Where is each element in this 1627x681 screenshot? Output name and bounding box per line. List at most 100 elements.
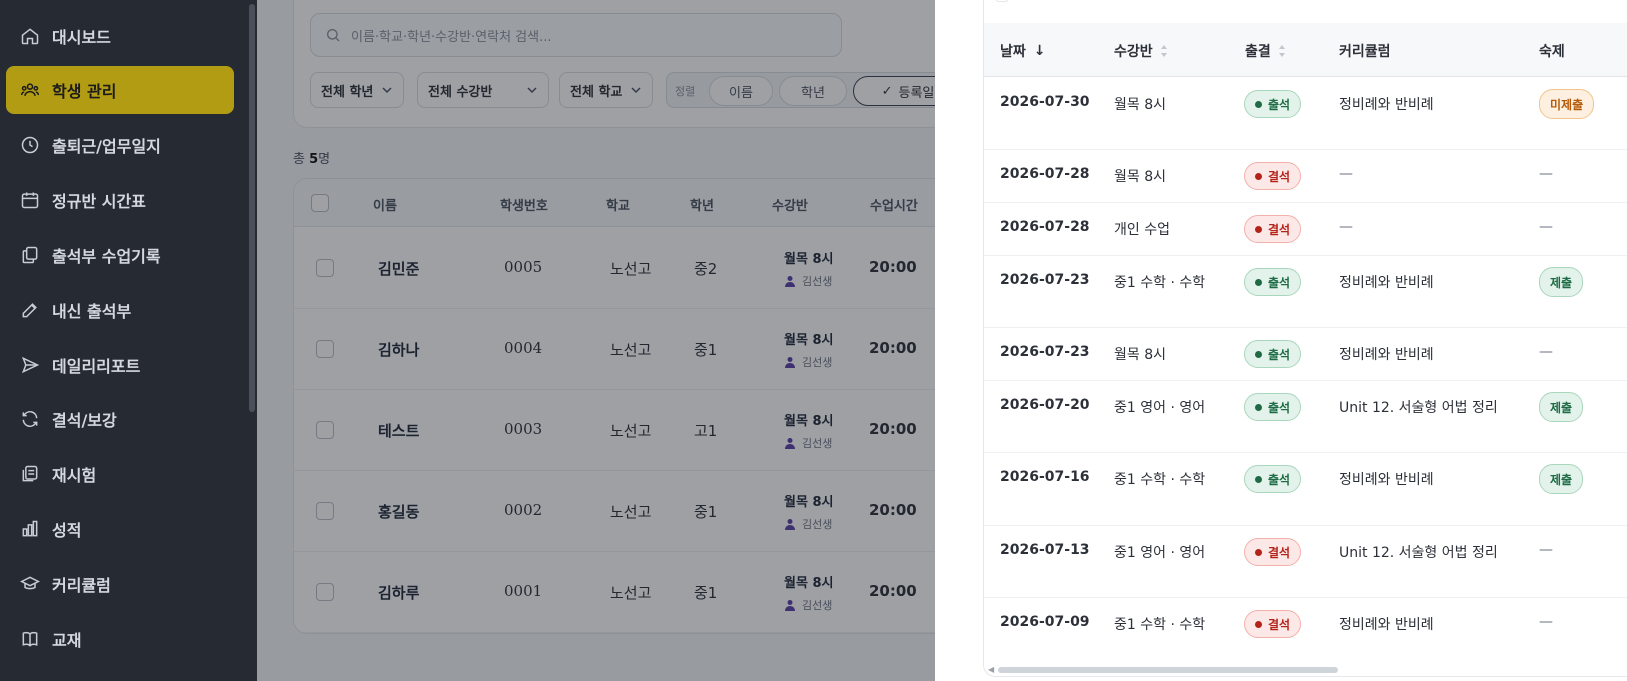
sidebar-item-timetable[interactable]: 정규반 시간표 [6, 176, 234, 224]
status-dot [1255, 225, 1262, 233]
scroll-left-arrow-icon[interactable]: ◀ [988, 665, 994, 674]
sidebar-item-label: 학생 관리 [52, 82, 117, 101]
status-label: 결석 [1268, 222, 1291, 237]
homework-empty: — [1539, 614, 1553, 630]
status-badge[interactable]: 결석 [1244, 215, 1302, 243]
attendance-date: 2026-07-30 [1000, 94, 1090, 110]
homework-empty: — [1539, 166, 1553, 182]
status-badge[interactable]: 출석 [1244, 465, 1302, 493]
attendance-curriculum: 정비례와 반비례 [1339, 97, 1434, 113]
status-dot [1255, 172, 1262, 180]
attendance-curriculum: Unit 12. 서술형 어법 정리 [1339, 400, 1498, 416]
attendance-class: 개인 수업 [1114, 222, 1170, 238]
status-dot [1255, 548, 1262, 556]
attendance-curriculum: — [1339, 219, 1353, 235]
status-badge[interactable]: 출석 [1244, 268, 1302, 296]
sidebar-item-label: 정규반 시간표 [52, 192, 146, 211]
homework-badge[interactable]: 제출 [1539, 464, 1584, 494]
sidebar-item-attendance-record[interactable]: 출석부 수업기록 [6, 231, 234, 279]
table-row[interactable]: 2026-07-20 중1 영어 · 영어 출석 Unit 12. 서술형 어법… [984, 381, 1627, 453]
attendance-class: 중1 수학 · 수학 [1114, 275, 1206, 291]
sort-icon [1160, 45, 1167, 57]
status-label: 출석 [1268, 472, 1291, 487]
homework-badge[interactable]: 미제출 [1539, 89, 1595, 119]
status-badge[interactable]: 출석 [1244, 340, 1302, 368]
users-icon [20, 83, 40, 96]
status-dot [1255, 100, 1262, 108]
copy-icon [22, 465, 38, 482]
table-row[interactable]: 2026-07-13 중1 영어 · 영어 결석 Unit 12. 서술형 어법… [984, 526, 1627, 598]
attendance-date: 2026-07-16 [1000, 469, 1090, 485]
table-row[interactable]: 2026-07-28 개인 수업 결석 — — [984, 203, 1627, 256]
table-row[interactable]: 2026-07-16 중1 수학 · 수학 출석 정비례와 반비례 제출 [984, 453, 1627, 526]
attendance-curriculum: Unit 12. 서술형 어법 정리 [1339, 545, 1498, 561]
graduation-cap-icon [20, 576, 40, 590]
header-homework: 숙제 [1539, 44, 1565, 60]
sidebar-item-label: 교재 [52, 631, 82, 650]
header-class[interactable]: 수강반 [1114, 41, 1169, 61]
sidebar-item-label: 내신 출석부 [52, 302, 132, 321]
attendance-date: 2026-07-13 [1000, 542, 1090, 558]
sidebar-item-label: 대시보드 [52, 28, 111, 47]
sidebar-item-label: 출석부 수업기록 [52, 247, 161, 266]
status-label: 출석 [1268, 97, 1291, 112]
attendance-class: 월목 8시 [1114, 347, 1166, 363]
sidebar-item-curriculum[interactable]: 커리큘럼 [6, 560, 234, 608]
table-row[interactable]: 2026-07-28 월목 8시 결석 — — [984, 150, 1627, 203]
homework-empty: — [1539, 219, 1553, 235]
header-curriculum: 커리큘럼 [1339, 44, 1391, 60]
status-badge[interactable]: 출석 [1244, 393, 1302, 421]
header-status[interactable]: 출결 [1245, 41, 1287, 61]
status-label: 출석 [1268, 400, 1291, 415]
attendance-class: 월목 8시 [1114, 169, 1166, 185]
sort-icon [1278, 45, 1285, 57]
attendance-class: 중1 수학 · 수학 [1114, 472, 1206, 488]
attendance-date: 2026-07-09 [1000, 614, 1090, 630]
status-label: 출석 [1268, 275, 1291, 290]
status-badge[interactable]: 결석 [1244, 610, 1302, 638]
homework-badge[interactable]: 제출 [1539, 392, 1584, 422]
sidebar-item-textbooks[interactable]: 교재 [6, 615, 234, 663]
sidebar-item-label: 출퇴근/업무일지 [52, 137, 161, 156]
attendance-date: 2026-07-23 [1000, 272, 1090, 288]
sidebar-item-absence-makeup[interactable]: 결석/보강 [6, 395, 234, 443]
table-row[interactable]: 2026-07-30 월목 8시 출석 정비례와 반비례 미제출 [984, 78, 1627, 150]
table-row[interactable]: 2026-07-23 월목 8시 출석 정비례와 반비례 — [984, 328, 1627, 381]
attendance-date: 2026-07-28 [1000, 219, 1090, 235]
header-date[interactable]: 날짜 ↓ [1000, 41, 1046, 61]
header-class-label: 수강반 [1114, 44, 1153, 60]
table-row[interactable]: 2026-07-09 중1 수학 · 수학 결석 정비례와 반비례 — [984, 598, 1627, 668]
horizontal-scrollbar[interactable] [998, 667, 1338, 673]
header-status-label: 출결 [1245, 44, 1271, 60]
sidebar-item-grades[interactable]: 성적 [6, 505, 234, 553]
attendance-class: 중1 영어 · 영어 [1114, 545, 1206, 561]
status-badge[interactable]: 결석 [1244, 162, 1302, 190]
status-dot [1255, 278, 1262, 286]
student-detail-drawer: 날짜 ↓ 수강반 출결 커리큘럼 숙제 2026-07-30 월목 8시 출석 … [935, 0, 1627, 681]
sidebar-item-daily-report[interactable]: 데일리리포트 [6, 341, 234, 389]
edit-icon [22, 303, 37, 318]
sidebar-item-label: 성적 [52, 521, 82, 540]
status-badge[interactable]: 출석 [1244, 90, 1302, 118]
home-icon [21, 28, 39, 45]
sidebar-item-label: 결석/보강 [52, 411, 117, 430]
sidebar-item-retest[interactable]: 재시험 [6, 450, 234, 498]
sidebar: 대시보드 학생 관리 출퇴근/업무일지 정규반 시간표 출석부 수업기록 내신 … [0, 0, 257, 681]
modal-backdrop[interactable] [257, 0, 935, 681]
sidebar-scrollbar[interactable] [249, 4, 255, 412]
attendance-curriculum: 정비례와 반비례 [1339, 617, 1434, 633]
sidebar-item-students[interactable]: 학생 관리 [6, 66, 234, 114]
attendance-curriculum: 정비례와 반비례 [1339, 472, 1434, 488]
sidebar-item-label: 데일리리포트 [52, 357, 141, 376]
sidebar-item-label: 재시험 [52, 466, 97, 485]
status-badge[interactable]: 결석 [1244, 538, 1302, 566]
status-label: 결석 [1268, 169, 1291, 184]
sidebar-item-commute-log[interactable]: 출퇴근/업무일지 [6, 121, 234, 169]
refresh-icon [22, 410, 38, 428]
homework-badge[interactable]: 제출 [1539, 267, 1584, 297]
sidebar-item-school-attendance[interactable]: 내신 출석부 [6, 286, 234, 334]
status-label: 결석 [1268, 617, 1291, 632]
sidebar-item-dashboard[interactable]: 대시보드 [6, 12, 234, 60]
clipboard-copy-icon [22, 246, 38, 264]
table-row[interactable]: 2026-07-23 중1 수학 · 수학 출석 정비례와 반비례 제출 [984, 256, 1627, 328]
